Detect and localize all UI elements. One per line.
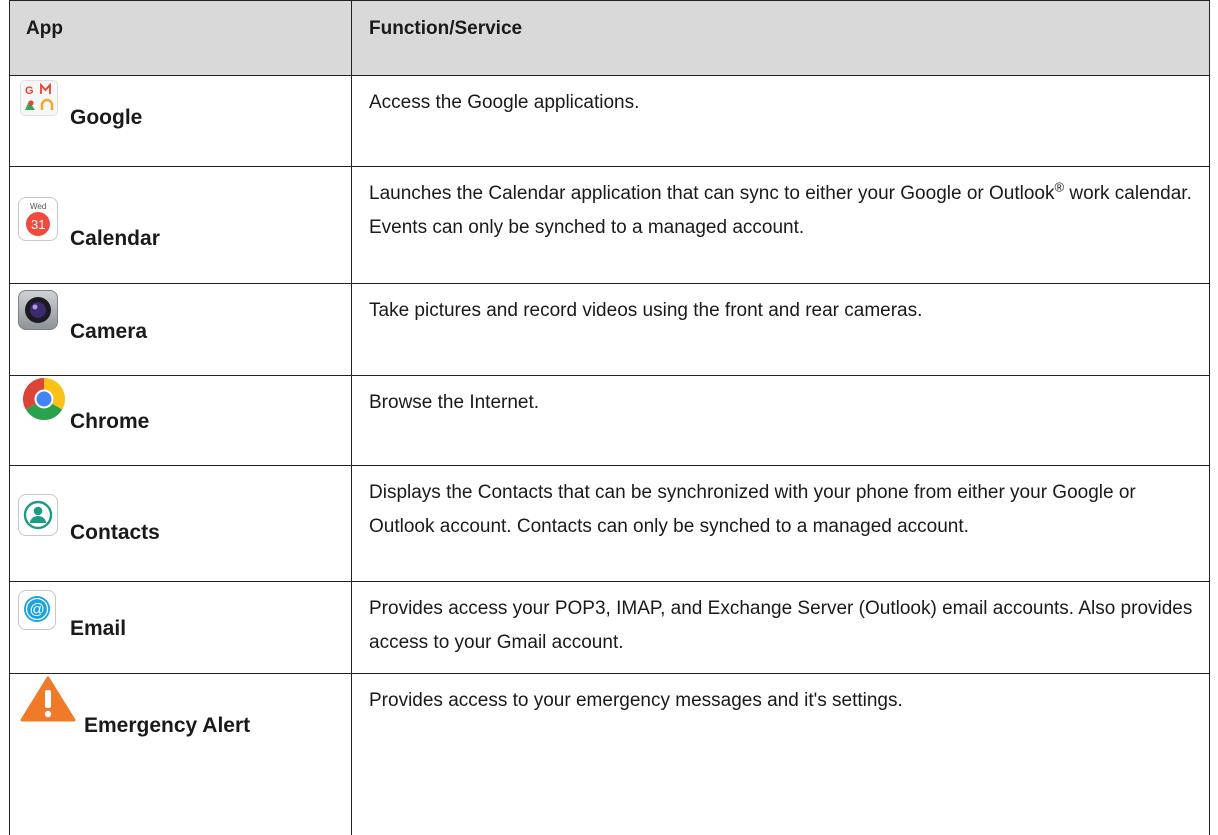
table-row: Wed 31 Calendar Launches the Calendar ap… <box>10 167 1210 284</box>
gmail-m-glyph <box>41 85 50 94</box>
warning-dot <box>45 711 51 717</box>
function-cell: Access the Google applications. <box>352 76 1210 167</box>
app-name: Google <box>70 106 142 130</box>
camera-lens-glint <box>33 305 38 310</box>
header-app-label: App <box>10 1 351 40</box>
table-row: Camera Take pictures and record videos u… <box>10 284 1210 376</box>
app-name: Contacts <box>70 521 160 545</box>
header-function-label: Function/Service <box>352 1 1209 40</box>
calendar-description-part1: Launches the Calendar application that c… <box>369 183 1054 204</box>
camera-icon-graphic <box>19 291 57 329</box>
calendar-day-label: Wed <box>30 202 46 211</box>
calendar-icon-graphic: Wed 31 <box>19 198 57 240</box>
app-cell: @ Email <box>10 582 352 674</box>
app-description: Provides access your POP3, IMAP, and Exc… <box>352 582 1209 660</box>
table-header-row: App Function/Service <box>10 1 1210 76</box>
app-name: Emergency Alert <box>84 714 250 738</box>
music-headphones-glyph <box>42 100 52 110</box>
calendar-icon: Wed 31 <box>18 197 58 241</box>
contacts-head <box>34 507 43 516</box>
calendar-date-label: 31 <box>31 217 45 232</box>
contacts-icon <box>18 494 58 536</box>
email-at-glyph: @ <box>30 601 45 618</box>
function-cell: Take pictures and record videos using th… <box>352 284 1210 376</box>
table-row: Contacts Displays the Contacts that can … <box>10 466 1210 582</box>
app-cell: Contacts <box>10 466 352 582</box>
function-cell: Provides access your POP3, IMAP, and Exc… <box>352 582 1210 674</box>
email-at-icon: @ <box>18 590 56 630</box>
google-g-glyph: G <box>25 85 34 97</box>
app-cell: Wed 31 Calendar <box>10 167 352 284</box>
app-description: Displays the Contacts that can be synchr… <box>352 466 1209 544</box>
app-description: Provides access to your emergency messag… <box>352 674 1209 718</box>
chrome-center <box>37 392 52 407</box>
app-cell: Camera <box>10 284 352 376</box>
app-name: Email <box>70 617 126 641</box>
header-function: Function/Service <box>352 1 1210 76</box>
registered-mark: ® <box>1054 180 1064 195</box>
chrome-icon-graphic <box>21 376 67 422</box>
function-cell: Launches the Calendar application that c… <box>352 167 1210 284</box>
app-description: Launches the Calendar application that c… <box>352 167 1209 245</box>
contacts-shoulders <box>30 516 46 523</box>
table-row: Emergency Alert Provides access to your … <box>10 674 1210 835</box>
app-cell: Chrome <box>10 376 352 466</box>
app-name: Camera <box>70 320 147 344</box>
google-apps-folder-icon-graphic: G <box>21 81 57 115</box>
apps-table: App Function/Service G Go <box>9 0 1210 835</box>
warning-triangle-icon <box>20 676 76 722</box>
app-name: Chrome <box>70 410 149 434</box>
app-description: Browse the Internet. <box>352 376 1209 420</box>
chrome-icon <box>21 376 67 422</box>
app-cell: Emergency Alert <box>10 674 352 835</box>
camera-lens-inner <box>30 302 46 318</box>
maps-pin-glyph <box>28 100 33 105</box>
function-cell: Provides access to your emergency messag… <box>352 674 1210 835</box>
warning-icon-graphic <box>20 676 76 722</box>
google-apps-folder-icon: G <box>20 80 58 116</box>
table-row: Chrome Browse the Internet. <box>10 376 1210 466</box>
header-app: App <box>10 1 352 76</box>
camera-icon <box>18 290 58 330</box>
function-cell: Browse the Internet. <box>352 376 1210 466</box>
app-description: Take pictures and record videos using th… <box>352 284 1209 328</box>
warning-bar <box>45 690 51 708</box>
table-row: G Google Access the Google applications. <box>10 76 1210 167</box>
app-name: Calendar <box>70 227 160 251</box>
email-icon-graphic: @ <box>19 591 55 629</box>
app-description: Access the Google applications. <box>352 76 1209 120</box>
function-cell: Displays the Contacts that can be synchr… <box>352 466 1210 582</box>
app-cell: G Google <box>10 76 352 167</box>
contacts-icon-graphic <box>19 495 57 535</box>
table-row: @ Email Provides access your POP3, IMAP,… <box>10 582 1210 674</box>
